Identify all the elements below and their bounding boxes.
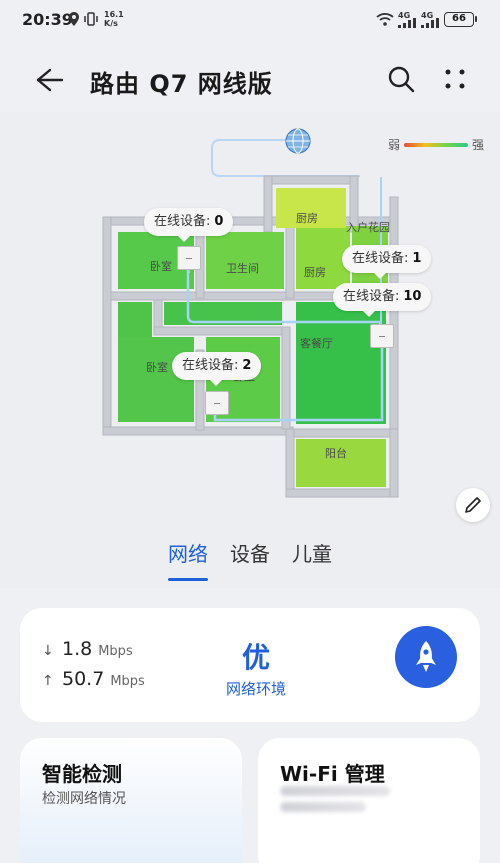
- network-quality-value: 优: [241, 641, 270, 674]
- boost-button[interactable]: [395, 626, 457, 688]
- router-node[interactable]: [177, 246, 201, 270]
- location-icon: [69, 12, 79, 26]
- app-header: 路由 Q7 网线版: [0, 48, 500, 112]
- wifi-icon: [376, 13, 394, 26]
- legend-gradient: [404, 143, 468, 147]
- speed-unit: K/s: [104, 19, 118, 28]
- status-bar: 20:39 16.1 K/s 4G 4G 66: [0, 0, 500, 40]
- vibrate-icon: [84, 12, 98, 26]
- back-button[interactable]: [30, 62, 66, 98]
- rocket-icon: [416, 641, 436, 672]
- download-speed: ↓ 1.8 Mbps: [42, 638, 133, 660]
- room-label: 卧室: [146, 360, 168, 374]
- online-devices-bubble[interactable]: 在线设备: 2: [172, 352, 262, 386]
- signal-heatmap: 厨房 入户花园 卧室 卫生间 厨房 客餐厅 卧室 卧室 阳台 弱 强 在线设备:…: [0, 112, 500, 532]
- upload-speed: ↑ 50.7 Mbps: [42, 668, 145, 690]
- floorplan: 厨房 入户花园 卧室 卫生间 厨房 客餐厅 卧室 卧室 阳台: [102, 128, 399, 498]
- network-speed: 16.1 K/s: [104, 10, 124, 28]
- upload-arrow-icon: ↑: [42, 673, 54, 689]
- legend-weak: 弱: [388, 138, 401, 152]
- upload-unit: Mbps: [110, 674, 145, 689]
- more-options-icon[interactable]: [440, 64, 470, 94]
- bubble-count: 0: [214, 214, 224, 229]
- room-label: 厨房: [304, 266, 326, 279]
- wifi-title: Wi-Fi 管理: [280, 762, 385, 786]
- room-label: 阳台: [325, 446, 347, 460]
- blurred-wifi-info: [280, 786, 390, 818]
- wifi-management-card[interactable]: Wi-Fi 管理: [258, 738, 480, 863]
- bubble-label: 在线设备:: [182, 358, 239, 373]
- status-time: 20:39: [22, 10, 73, 29]
- download-unit: Mbps: [98, 644, 133, 659]
- online-devices-bubble[interactable]: 在线设备: 0: [144, 208, 234, 242]
- page-title: 路由 Q7 网线版: [90, 70, 273, 98]
- network-status-card[interactable]: ↓ 1.8 Mbps ↑ 50.7 Mbps 优 网络环境: [20, 608, 480, 722]
- bubble-count: 1: [412, 251, 422, 266]
- pencil-icon: [465, 497, 481, 513]
- speed-value: 16.1: [104, 10, 124, 19]
- signal-icon-1: [398, 18, 416, 28]
- download-arrow-icon: ↓: [42, 643, 54, 659]
- bubble-count: 2: [242, 358, 252, 373]
- tab-indicator: [168, 578, 208, 581]
- battery-icon: 66: [444, 12, 477, 27]
- tab-network[interactable]: 网络: [168, 538, 208, 567]
- detect-subtitle: 检测网络情况: [42, 791, 126, 807]
- upload-value: 50.7: [62, 668, 105, 690]
- internet-globe-icon: [285, 128, 311, 154]
- room-label: 入户花园: [346, 220, 390, 234]
- edit-map-button[interactable]: [456, 488, 490, 522]
- bubble-label: 在线设备:: [352, 251, 409, 266]
- network-quality-label: 网络环境: [225, 680, 286, 698]
- tab-bar: 网络 设备 儿童: [0, 532, 500, 588]
- bubble-label: 在线设备:: [154, 214, 211, 229]
- search-icon[interactable]: [386, 64, 416, 94]
- tab-children[interactable]: 儿童: [292, 538, 332, 567]
- room-label: 卧室: [150, 259, 172, 273]
- online-devices-bubble[interactable]: 在线设备: 1: [342, 245, 432, 279]
- legend-strong: 强: [472, 138, 485, 152]
- online-devices-bubble[interactable]: 在线设备: 10: [333, 283, 432, 317]
- router-node[interactable]: [370, 324, 394, 348]
- download-value: 1.8: [62, 638, 93, 660]
- room-label: 卫生间: [226, 261, 259, 275]
- router-node[interactable]: [205, 391, 229, 415]
- room-label: 厨房: [296, 212, 318, 225]
- room-label: 客餐厅: [300, 336, 333, 350]
- smart-detect-card[interactable]: 智能检测 检测网络情况: [20, 738, 242, 863]
- bubble-label: 在线设备:: [343, 289, 400, 304]
- signal-icon-2: [421, 18, 439, 28]
- bubble-count: 10: [403, 289, 422, 304]
- tab-devices[interactable]: 设备: [230, 538, 270, 567]
- detect-title: 智能检测: [42, 762, 122, 786]
